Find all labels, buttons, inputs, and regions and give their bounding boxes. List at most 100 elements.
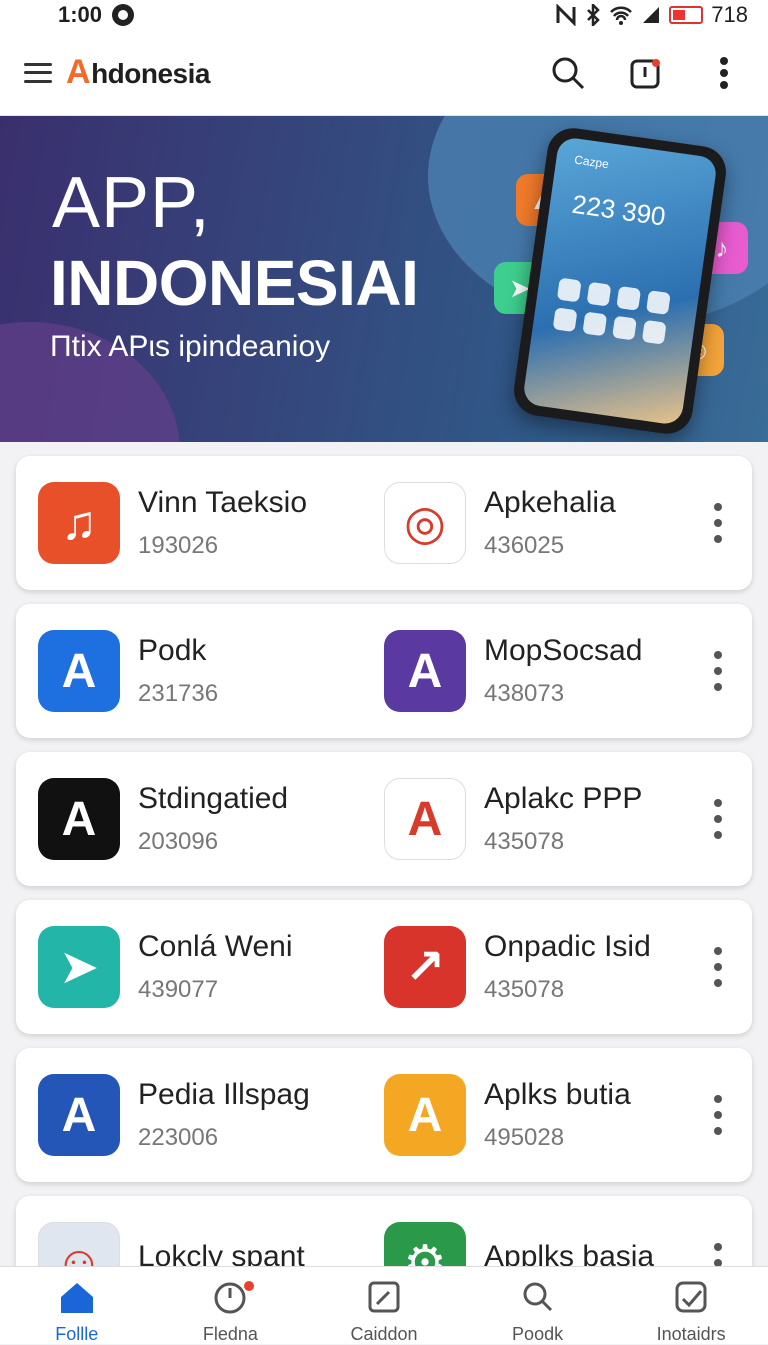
- app-text: Vinn Taeksio 193026: [138, 486, 307, 560]
- app-name: MopSocsad: [484, 634, 643, 667]
- app-bar-actions: [548, 53, 744, 93]
- more-vert-icon[interactable]: [712, 799, 724, 839]
- home-icon: [57, 1279, 97, 1320]
- signal-icon: [643, 7, 660, 23]
- app-item[interactable]: A Aplks butia 495028: [384, 1048, 730, 1182]
- app-card-row[interactable]: A Podk 231736 A MopSocsad 438073: [16, 604, 752, 738]
- nav-item[interactable]: Caiddon: [307, 1267, 461, 1344]
- nav-item[interactable]: Fledna: [154, 1267, 308, 1344]
- app-card-row[interactable]: A Stdingatied 203096 A Aplakc PPP 435078: [16, 752, 752, 886]
- app-text: MopSocsad 438073: [484, 634, 642, 708]
- more-vert-icon[interactable]: [712, 1095, 724, 1135]
- phone-app-grid: [552, 277, 671, 345]
- app-item[interactable]: ↗ Onpadic Isid 435078: [384, 900, 730, 1034]
- hero-title: APP,: [52, 163, 211, 243]
- app-name: Aplks butia: [484, 1078, 631, 1111]
- app-list: ♫ Vinn Taeksio 193026 ◎ Apkehalia 436025 A Podk…: [16, 456, 752, 1344]
- nav-item[interactable]: Follle: [0, 1267, 154, 1344]
- nfc-icon: [556, 4, 576, 26]
- app-item[interactable]: ♫ Vinn Taeksio 193026: [38, 456, 384, 590]
- app-download-count: 231736: [138, 680, 219, 707]
- app-download-count: 436025: [484, 532, 565, 559]
- search-icon: [552, 57, 585, 89]
- app-text: Stdingatied 203096: [138, 782, 288, 856]
- app-download-count: 223006: [138, 1124, 219, 1151]
- more-vert-icon[interactable]: [712, 503, 724, 543]
- nav-label: Poodk: [512, 1324, 564, 1344]
- app-text: Conlá Weni 439077: [138, 930, 293, 1004]
- app-text: Podk 231736: [138, 634, 218, 708]
- status-left: 1:00: [58, 2, 135, 28]
- app-name: Conlá Weni: [138, 930, 293, 963]
- app-download-count: 439077: [138, 976, 219, 1003]
- app-card-row[interactable]: ♫ Vinn Taeksio 193026 ◎ Apkehalia 436025: [16, 456, 752, 590]
- nav-label: Caiddon: [350, 1324, 418, 1344]
- app-text: Onpadic Isid 435078: [484, 930, 651, 1004]
- nav-label: Follle: [55, 1324, 99, 1344]
- notifications-button[interactable]: [626, 53, 666, 93]
- phone-notification-icon: [630, 58, 660, 88]
- nav-item[interactable]: Inotaidrs: [614, 1267, 768, 1344]
- app-item[interactable]: A Aplakc PPP 435078: [384, 752, 730, 886]
- notification-icon: [112, 4, 135, 26]
- hero-banner[interactable]: APP, INDONESIAI Πtix APιs ipindeanioy ▲ …: [0, 116, 768, 442]
- check-icon: [671, 1279, 711, 1320]
- target-app-icon: ◎: [384, 482, 466, 564]
- hero-title-2: INDONESIAI: [50, 247, 419, 319]
- more-vert-icon: [720, 56, 728, 89]
- app-download-count: 203096: [138, 828, 219, 855]
- more-options-button[interactable]: [704, 53, 744, 93]
- phone-screen: Cazpe 223 390: [521, 136, 719, 426]
- app-download-count: 435078: [484, 976, 565, 1003]
- edit-icon: [364, 1279, 404, 1320]
- app-bar: A hdonesia: [0, 30, 768, 116]
- app-name: Aplakc PPP: [484, 782, 643, 815]
- app-download-count: 495028: [484, 1124, 565, 1151]
- app-name: Vinn Taeksio: [138, 486, 308, 519]
- notification-badge: [243, 1281, 254, 1291]
- app-item[interactable]: ➤ Conlá Weni 439077: [38, 900, 384, 1034]
- app-item[interactable]: A Pedia Illspag 223006: [38, 1048, 384, 1182]
- app-name: Podk: [138, 634, 207, 667]
- app-item[interactable]: A Stdingatied 203096: [38, 752, 384, 886]
- phone-label: Cazpe: [573, 152, 610, 172]
- app-download-count: 193026: [138, 532, 219, 559]
- battery-icon: [669, 6, 704, 24]
- trending-app-icon: ↗: [384, 926, 466, 1008]
- nav-item[interactable]: Poodk: [461, 1267, 615, 1344]
- app-text: Aplks butia 495028: [484, 1078, 631, 1152]
- app-name: Onpadic Isid: [484, 930, 651, 963]
- phone-clock: 223 390: [570, 188, 668, 232]
- nav-label: Fledna: [202, 1324, 258, 1344]
- more-vert-icon[interactable]: [712, 651, 724, 691]
- nav-label: Inotaidrs: [656, 1324, 726, 1344]
- app-item[interactable]: ◎ Apkehalia 436025: [384, 456, 730, 590]
- app-text: Pedia Illspag 223006: [138, 1078, 310, 1152]
- bottom-nav: Follle Fledna Caiddon Poodk Inotaidrs: [0, 1266, 768, 1344]
- hero-subtitle: Πtix APιs ipindeanioy: [50, 330, 331, 363]
- app-text: Aplakc PPP 435078: [484, 782, 642, 856]
- app-card-row[interactable]: ➤ Conlá Weni 439077 ↗ Onpadic Isid 435078: [16, 900, 752, 1034]
- status-bar: 1:00 718: [0, 0, 768, 30]
- more-vert-icon[interactable]: [712, 947, 724, 987]
- app-item[interactable]: A Podk 231736: [38, 604, 384, 738]
- brand-logo: A hdonesia: [66, 53, 210, 92]
- menu-icon[interactable]: [24, 62, 52, 83]
- brand-name: hdonesia: [91, 58, 210, 89]
- battery-text: 718: [711, 2, 748, 27]
- bluetooth-icon: [587, 4, 601, 26]
- letter-a-app-icon: A: [384, 778, 466, 860]
- status-right: 718: [555, 2, 748, 28]
- status-time: 1:00: [58, 2, 103, 27]
- app-name: Pedia Illspag: [138, 1078, 310, 1111]
- app-name: Stdingatied: [138, 782, 289, 815]
- search-icon: [518, 1279, 558, 1320]
- letter-a-app-icon: A: [38, 778, 120, 860]
- brand-mark: A: [66, 53, 91, 91]
- app-card-row[interactable]: A Pedia Illspag 223006 A Aplks butia 495028: [16, 1048, 752, 1182]
- app-download-count: 435078: [484, 828, 565, 855]
- app-download-count: 438073: [484, 680, 565, 707]
- app-item[interactable]: A MopSocsad 438073: [384, 604, 730, 738]
- search-button[interactable]: [548, 53, 588, 93]
- phone-illustration: Cazpe 223 390: [510, 124, 730, 438]
